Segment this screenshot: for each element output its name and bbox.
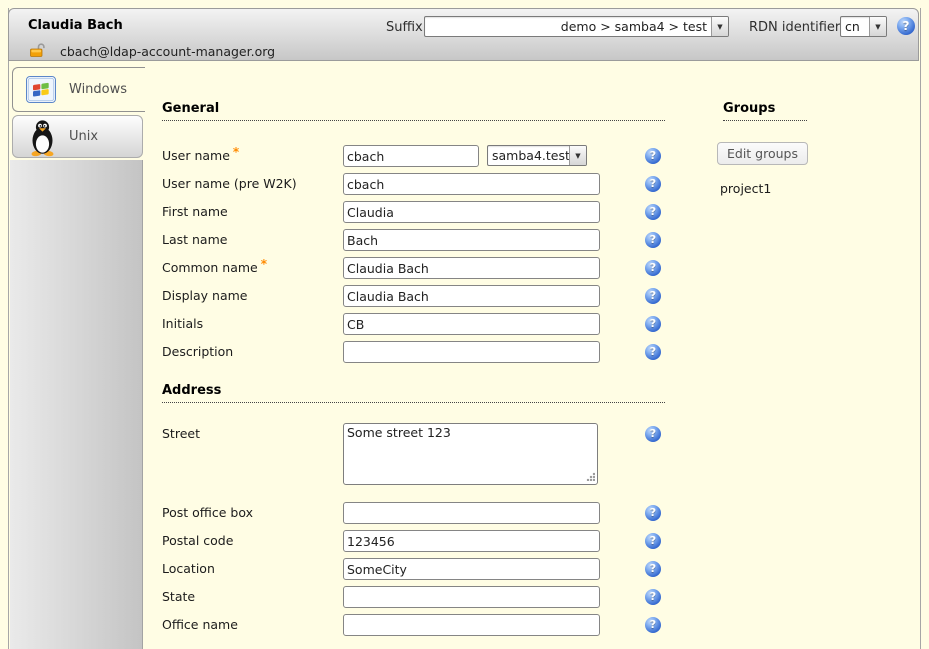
form-row-office-name: Office name? xyxy=(162,614,682,638)
location-label: Location xyxy=(162,558,215,580)
account-titlebar: Claudia Bach Suffix demo > samba4 > test… xyxy=(8,8,919,61)
description-label: Description xyxy=(162,341,233,363)
common-name-input[interactable] xyxy=(343,257,600,279)
form-row-first-name: First name? xyxy=(162,201,682,225)
location-input[interactable] xyxy=(343,558,600,580)
office-name-input[interactable] xyxy=(343,614,600,636)
account-title: Claudia Bach xyxy=(28,18,123,33)
user-name-pre-w2k-label: User name (pre W2K) xyxy=(162,173,297,195)
help-icon[interactable]: ? xyxy=(645,288,661,304)
help-icon[interactable]: ? xyxy=(645,204,661,220)
help-icon[interactable]: ? xyxy=(645,505,661,521)
rdn-identifier-label: RDN identifier xyxy=(749,20,840,35)
help-icon[interactable]: ? xyxy=(645,148,661,164)
state-input[interactable] xyxy=(343,586,600,608)
help-icon[interactable]: ? xyxy=(645,589,661,605)
unlock-icon xyxy=(29,42,47,62)
required-asterisk: * xyxy=(233,145,239,159)
help-icon[interactable]: ? xyxy=(645,617,661,633)
tux-icon xyxy=(29,119,56,161)
groups-section-heading: Groups xyxy=(723,101,807,121)
form-row-initials: Initials? xyxy=(162,313,682,337)
general-section-heading: General xyxy=(162,101,665,121)
user-name-label: User name xyxy=(162,145,230,167)
last-name-label: Last name xyxy=(162,229,227,251)
description-input[interactable] xyxy=(343,341,600,363)
form-row-user-name: User name* samba4.test▼? xyxy=(162,145,682,169)
tab-windows[interactable]: Windows xyxy=(12,67,145,112)
office-name-label: Office name xyxy=(162,614,238,636)
windows-logo-icon xyxy=(26,76,56,107)
user-name-pre-w2k-input[interactable] xyxy=(343,173,600,195)
rdn-identifier-select[interactable]: cn ▼ xyxy=(840,16,887,37)
lam-account-page: Claudia Bach Suffix demo > samba4 > test… xyxy=(0,0,929,649)
post-office-box-input[interactable] xyxy=(343,502,600,524)
domain-select-value: samba4.test xyxy=(488,146,569,165)
suffix-select-value: demo > samba4 > test xyxy=(425,17,711,36)
street-textarea[interactable]: Some street 123 xyxy=(343,423,598,485)
form-row-postal-code: Postal code? xyxy=(162,530,682,554)
display-name-input[interactable] xyxy=(343,285,600,307)
help-icon[interactable]: ? xyxy=(645,426,661,442)
form-row-description: Description? xyxy=(162,341,682,365)
dropdown-arrow-icon[interactable]: ▼ xyxy=(569,146,586,165)
form-row-location: Location? xyxy=(162,558,682,582)
help-icon[interactable]: ? xyxy=(645,176,661,192)
form-row-common-name: Common name*? xyxy=(162,257,682,281)
form-row-last-name: Last name? xyxy=(162,229,682,253)
last-name-input[interactable] xyxy=(343,229,600,251)
first-name-label: First name xyxy=(162,201,228,223)
postal-code-input[interactable] xyxy=(343,530,600,552)
group-member-name: project1 xyxy=(720,181,771,196)
address-section-heading: Address xyxy=(162,383,665,403)
domain-select[interactable]: samba4.test▼ xyxy=(487,145,587,166)
help-icon[interactable]: ? xyxy=(645,316,661,332)
help-icon[interactable]: ? xyxy=(897,17,915,35)
form-row-street: StreetSome street 123? xyxy=(162,423,682,447)
help-icon[interactable]: ? xyxy=(645,344,661,360)
resize-grip-icon[interactable] xyxy=(586,472,595,481)
tab-unix-label: Unix xyxy=(69,116,98,157)
help-icon[interactable]: ? xyxy=(645,533,661,549)
form-row-post-office-box: Post office box? xyxy=(162,502,682,526)
sidebar-background xyxy=(10,160,143,649)
user-name-input[interactable] xyxy=(343,145,479,167)
tab-unix[interactable]: Unix xyxy=(12,115,143,158)
street-label: Street xyxy=(162,423,200,445)
common-name-label: Common name xyxy=(162,257,258,279)
form-row-user-name-pre-w2k: User name (pre W2K)? xyxy=(162,173,682,197)
help-icon[interactable]: ? xyxy=(645,232,661,248)
suffix-select[interactable]: demo > samba4 > test ▼ xyxy=(424,16,729,37)
edit-groups-button[interactable]: Edit groups xyxy=(717,142,808,165)
help-icon[interactable]: ? xyxy=(645,260,661,276)
form-row-display-name: Display name? xyxy=(162,285,682,309)
postal-code-label: Postal code xyxy=(162,530,233,552)
post-office-box-label: Post office box xyxy=(162,502,253,524)
first-name-input[interactable] xyxy=(343,201,600,223)
required-asterisk: * xyxy=(261,257,267,271)
help-icon[interactable]: ? xyxy=(645,561,661,577)
rdn-select-value: cn xyxy=(841,17,869,36)
account-email: cbach@ldap-account-manager.org xyxy=(60,44,275,59)
initials-label: Initials xyxy=(162,313,203,335)
state-label: State xyxy=(162,586,195,608)
suffix-label: Suffix xyxy=(386,20,423,35)
tab-windows-label: Windows xyxy=(69,68,127,111)
initials-input[interactable] xyxy=(343,313,600,335)
dropdown-arrow-icon[interactable]: ▼ xyxy=(711,17,728,36)
dropdown-arrow-icon[interactable]: ▼ xyxy=(869,17,886,36)
display-name-label: Display name xyxy=(162,285,248,307)
form-row-state: State? xyxy=(162,586,682,610)
